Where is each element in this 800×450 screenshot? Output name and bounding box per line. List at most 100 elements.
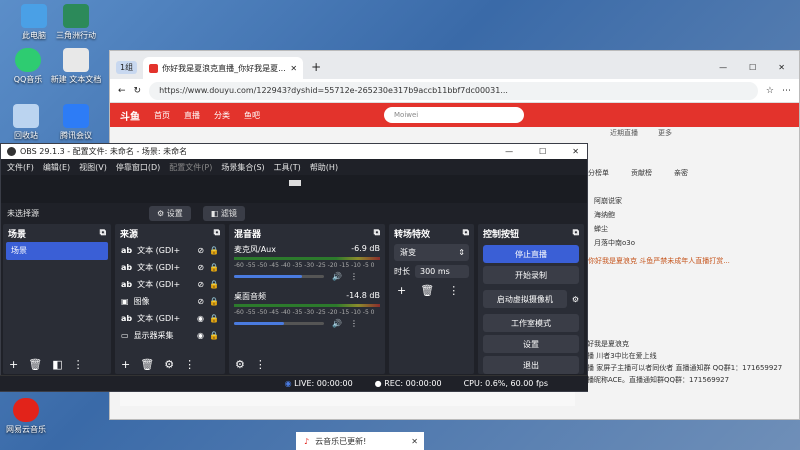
remove-scene-icon[interactable]: 🗑 xyxy=(28,358,42,371)
obs-close-icon[interactable]: ✕ xyxy=(572,147,579,156)
settings-button[interactable]: 设置 xyxy=(483,335,579,353)
url-input[interactable]: https://www.douyu.com/122943?dyshid=5571… xyxy=(149,81,758,100)
desktop-icon-tencent-meeting[interactable]: 腾讯会议 xyxy=(44,104,108,141)
lock-icon[interactable]: 🔒 xyxy=(209,280,219,289)
add-source-icon[interactable]: + xyxy=(121,358,130,371)
menu-view[interactable]: 视图(V) xyxy=(79,162,107,173)
close-window-icon[interactable]: ✕ xyxy=(778,63,785,72)
rec-status: ● REC: 00:00:00 xyxy=(374,379,442,388)
source-item[interactable]: ab 文本 (GDI+ ⊘ 🔒 xyxy=(115,242,225,259)
chat-tab-contrib[interactable]: 贡献榜 xyxy=(631,168,652,178)
filters-button[interactable]: ◧ 滤镜 xyxy=(202,205,245,221)
gear-icon[interactable]: ⚙ xyxy=(572,295,579,304)
add-transition-icon[interactable]: + xyxy=(397,284,406,297)
source-settings-icon[interactable]: ⚙ xyxy=(164,358,174,371)
close-notification-icon[interactable]: ✕ xyxy=(411,437,418,446)
scenes-dock: 场景 ⧉ 场景 + 🗑 ◧ ⋮ xyxy=(3,224,111,374)
nav-more[interactable]: 更多 xyxy=(658,128,672,138)
menu-edit[interactable]: 编辑(E) xyxy=(43,162,70,173)
maximize-icon[interactable]: ☐ xyxy=(749,63,756,72)
volume-slider[interactable] xyxy=(234,275,324,278)
nav-category[interactable]: 分类 xyxy=(214,110,230,121)
chat-tab-intimacy[interactable]: 亲密 xyxy=(674,168,688,178)
lock-icon[interactable]: 🔒 xyxy=(209,263,219,272)
hidden-eye-icon[interactable]: ⊘ xyxy=(197,297,204,306)
obs-minimize-icon[interactable]: — xyxy=(505,147,513,156)
nav-live[interactable]: 直播 xyxy=(184,110,200,121)
eye-icon[interactable]: ◉ xyxy=(197,314,204,323)
lock-icon[interactable]: 🔒 xyxy=(209,297,219,306)
track-menu-icon[interactable]: ⋮ xyxy=(350,319,358,328)
nav-yuba[interactable]: 鱼吧 xyxy=(244,110,260,121)
source-settings-button[interactable]: ⚙ 设置 xyxy=(149,205,191,221)
lock-icon[interactable]: 🔒 xyxy=(209,331,219,340)
start-recording-button[interactable]: 开始录制 xyxy=(483,266,579,284)
obs-statusbar: ◉ LIVE: 00:00:00 ● REC: 00:00:00 CPU: 0.… xyxy=(0,375,588,391)
speaker-icon[interactable]: 🔊 xyxy=(332,272,342,281)
source-item[interactable]: ▣ 图像 ⊘ 🔒 xyxy=(115,293,225,310)
extensions-icon[interactable]: ⋯ xyxy=(782,86,791,96)
obs-maximize-icon[interactable]: ☐ xyxy=(539,147,546,156)
undock-icon[interactable]: ⧉ xyxy=(100,228,106,238)
exit-button[interactable]: 退出 xyxy=(483,356,579,374)
source-menu-icon[interactable]: ⋮ xyxy=(184,358,195,371)
mixer-menu-icon[interactable]: ⋮ xyxy=(255,358,266,371)
stop-streaming-button[interactable]: 停止直播 xyxy=(483,245,579,263)
browser-tab-active[interactable]: 你好我是夏浪克直播_你好我是夏... ✕ xyxy=(143,57,304,79)
scene-up-icon[interactable]: ⋮ xyxy=(73,358,84,371)
remove-transition-icon[interactable]: 🗑 xyxy=(420,284,434,297)
obs-preview[interactable] xyxy=(1,175,587,203)
desktop-icon-netease-music[interactable]: 网易云音乐 xyxy=(0,398,58,435)
menu-file[interactable]: 文件(F) xyxy=(7,162,34,173)
remove-source-icon[interactable]: 🗑 xyxy=(140,358,154,371)
nav-recent[interactable]: 近期直播 xyxy=(610,128,638,138)
lock-icon[interactable]: 🔒 xyxy=(209,314,219,323)
desktop-icon-delta-force[interactable]: 三角洲行动 xyxy=(44,4,108,41)
update-notification[interactable]: ♪ 云音乐已更新! ✕ xyxy=(296,432,424,450)
star-icon[interactable]: ☆ xyxy=(766,86,774,96)
audio-settings-icon[interactable]: ⚙ xyxy=(235,358,245,371)
hidden-eye-icon[interactable]: ⊘ xyxy=(197,263,204,272)
hidden-eye-icon[interactable]: ⊘ xyxy=(197,280,204,289)
source-item[interactable]: ▭ 显示器采集 ◉ 🔒 xyxy=(115,327,225,344)
menu-help[interactable]: 帮助(H) xyxy=(310,162,338,173)
undock-icon[interactable]: ⧉ xyxy=(214,228,220,238)
desktop-icon-text-file[interactable]: 新建 文本文档 xyxy=(44,48,108,85)
source-item[interactable]: ab 文本 (GDI+ ⊘ 🔒 xyxy=(115,276,225,293)
undock-icon[interactable]: ⧉ xyxy=(573,228,579,238)
scene-filters-icon[interactable]: ◧ xyxy=(52,358,62,371)
douyu-logo[interactable]: 斗鱼 xyxy=(120,108,140,123)
undock-icon[interactable]: ⧉ xyxy=(463,228,469,238)
menu-docks[interactable]: 停靠窗口(D) xyxy=(116,162,160,173)
refresh-icon[interactable]: ↻ xyxy=(134,86,142,96)
menu-profile[interactable]: 配置文件(P) xyxy=(169,162,212,173)
lock-icon[interactable]: 🔒 xyxy=(209,246,219,255)
add-scene-icon[interactable]: + xyxy=(9,358,18,371)
nav-home[interactable]: 首页 xyxy=(154,110,170,121)
undock-icon[interactable]: ⧉ xyxy=(374,228,380,238)
source-item[interactable]: ab 文本 (GDI+ ⊘ 🔒 xyxy=(115,259,225,276)
transition-menu-icon[interactable]: ⋮ xyxy=(448,284,459,297)
hidden-eye-icon[interactable]: ⊘ xyxy=(197,246,204,255)
back-icon[interactable]: ← xyxy=(118,86,126,96)
duration-input[interactable]: 300 ms xyxy=(415,265,469,278)
tab-group-label[interactable]: 1组 xyxy=(116,60,138,74)
close-tab-icon[interactable]: ✕ xyxy=(290,64,297,73)
volume-slider[interactable] xyxy=(234,322,324,325)
speaker-icon[interactable]: 🔊 xyxy=(332,319,342,328)
menu-scene-collection[interactable]: 场景集合(S) xyxy=(221,162,264,173)
scene-item[interactable]: 场景 xyxy=(6,242,108,260)
studio-mode-button[interactable]: 工作室模式 xyxy=(483,314,579,332)
chat-tab-rank[interactable]: 分榜单 xyxy=(588,168,609,178)
menu-tools[interactable]: 工具(T) xyxy=(274,162,301,173)
track-menu-icon[interactable]: ⋮ xyxy=(350,272,358,281)
virtual-camera-button[interactable]: 启动虚拟摄像机 xyxy=(483,290,567,308)
search-input[interactable]: Moiwei xyxy=(384,107,524,123)
eye-icon[interactable]: ◉ xyxy=(197,331,204,340)
transition-select[interactable]: 渐变 ⇕ xyxy=(394,244,469,261)
game-icon xyxy=(63,4,89,28)
source-item[interactable]: ab 文本 (GDI+ ◉ 🔒 xyxy=(115,310,225,327)
new-tab-icon[interactable]: + xyxy=(311,60,321,74)
minimize-icon[interactable]: — xyxy=(719,63,727,72)
sources-title: 来源 xyxy=(120,229,139,240)
